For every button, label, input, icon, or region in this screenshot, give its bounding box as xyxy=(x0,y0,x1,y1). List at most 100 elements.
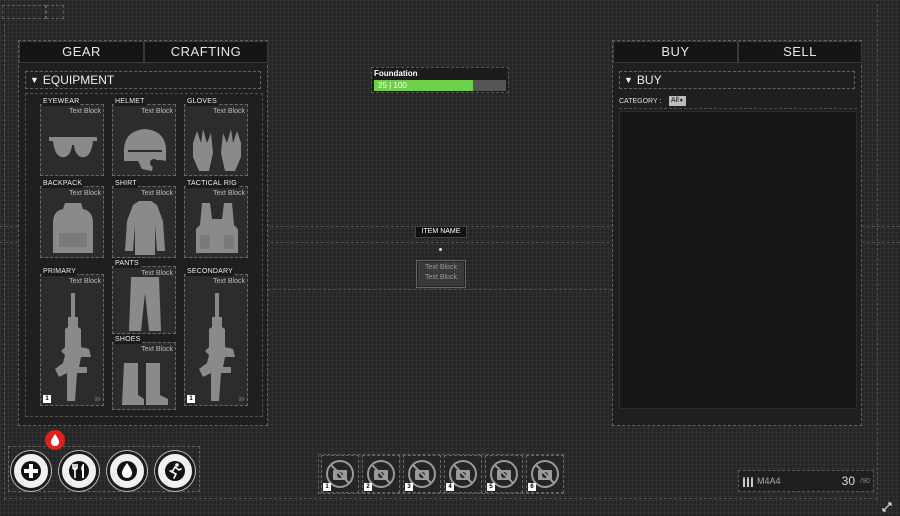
guide-line xyxy=(4,498,877,499)
category-dropdown[interactable]: All▼ xyxy=(669,96,686,106)
crosshair-dot xyxy=(439,248,442,251)
slot-label: EYEWEAR xyxy=(42,97,81,106)
hotbar-slot-number: 6 xyxy=(528,483,536,491)
slot-label: SHIRT xyxy=(114,179,138,188)
guide-line xyxy=(268,289,612,290)
equipment-section-header[interactable]: ▼ EQUIPMENT xyxy=(25,71,261,89)
hotbar-slot-number: 4 xyxy=(446,483,454,491)
hotbar-slot-number: 5 xyxy=(487,483,495,491)
boots-icon xyxy=(122,363,168,405)
slot-text-block: Text Block xyxy=(69,190,101,197)
stat-water xyxy=(107,451,147,491)
slot-ammo-count: 99 xyxy=(238,397,244,403)
slot-number-badge: 1 xyxy=(187,395,195,403)
equipment-grid: EYEWEAR Text Block HELMET Text Block GLO… xyxy=(25,93,263,417)
helmet-icon xyxy=(123,129,167,171)
foundation-title: Foundation xyxy=(374,69,418,78)
prompt-text-block: Text Block xyxy=(425,274,457,281)
rifle-icon xyxy=(55,293,91,401)
health-plus-icon xyxy=(21,461,41,481)
hotbar-slot[interactable]: 1 xyxy=(321,455,359,493)
slot-text-block: Text Block xyxy=(141,108,173,115)
stat-food xyxy=(59,451,99,491)
hotbar-slot[interactable]: 2 xyxy=(362,455,400,493)
slot-label: HELMET xyxy=(114,97,146,106)
slot-text-block: Text Block xyxy=(141,346,173,353)
collapse-triangle-icon: ▼ xyxy=(30,75,39,85)
hotbar-slot[interactable]: 3 xyxy=(403,455,441,493)
foundation-value: 25 | 100 xyxy=(378,81,407,90)
tab-buy[interactable]: BUY xyxy=(613,41,738,63)
dropdown-arrow-icon: ▼ xyxy=(678,98,684,104)
slot-text-block: Text Block xyxy=(213,278,245,285)
bleeding-alert xyxy=(45,430,65,450)
slot-secondary-weapon[interactable]: SECONDARY Text Block 1 99 xyxy=(184,267,248,406)
tactical-rig-icon xyxy=(196,203,238,253)
category-label: CATEGORY : xyxy=(619,98,662,105)
slot-text-block: Text Block xyxy=(69,278,101,285)
slot-shoes[interactable]: SHOES Text Block xyxy=(112,335,176,410)
category-selected-value: All xyxy=(671,97,679,104)
shop-panel: BUY SELL ▼ BUY CATEGORY : All▼ xyxy=(612,40,862,426)
slot-text-block: Text Block xyxy=(69,108,101,115)
ammo-reserve: /90 xyxy=(860,478,870,485)
tab-gear[interactable]: GEAR xyxy=(19,41,144,63)
equipment-title: EQUIPMENT xyxy=(42,73,115,87)
shirt-icon xyxy=(125,201,165,255)
slot-backpack[interactable]: BACKPACK Text Block xyxy=(40,179,104,258)
water-drop-icon xyxy=(117,461,137,481)
slot-text-block: Text Block xyxy=(213,108,245,115)
slot-gloves[interactable]: GLOVES Text Block xyxy=(184,97,248,176)
slot-label: PRIMARY xyxy=(42,267,78,276)
slot-helmet[interactable]: HELMET Text Block xyxy=(112,97,176,176)
tab-sell[interactable]: SELL xyxy=(738,41,862,63)
foundation-progress-bar: 25 | 100 xyxy=(374,80,506,91)
hotbar-slot-number: 2 xyxy=(364,483,372,491)
slot-number-badge: 1 xyxy=(43,395,51,403)
hotbar: 1 2 3 4 5 6 xyxy=(318,454,564,494)
backpack-icon xyxy=(53,203,93,253)
slot-pants[interactable]: PANTS Text Block xyxy=(112,259,176,334)
buy-item-list[interactable] xyxy=(619,111,857,409)
tab-crafting[interactable]: CRAFTING xyxy=(144,41,268,63)
stat-stamina xyxy=(155,451,195,491)
weapon-name: M4A4 xyxy=(757,476,781,486)
gear-panel: GEAR CRAFTING ▼ EQUIPMENT EYEWEAR Text Bl… xyxy=(18,40,268,426)
slot-label: SHOES xyxy=(114,335,142,344)
corner-widget xyxy=(2,5,46,19)
slot-primary-weapon[interactable]: PRIMARY Text Block 1 99 xyxy=(40,267,104,406)
slot-label: GLOVES xyxy=(186,97,218,106)
hotbar-slot[interactable]: 5 xyxy=(485,455,523,493)
gloves-icon xyxy=(193,129,241,171)
hotbar-slot-number: 1 xyxy=(323,483,331,491)
guide-line xyxy=(877,4,878,500)
slot-text-block: Text Block xyxy=(213,190,245,197)
bullets-icon xyxy=(743,477,753,487)
resize-handle-icon[interactable] xyxy=(882,502,892,512)
slot-tactical-rig[interactable]: TACTICAL RIG Text Block xyxy=(184,179,248,258)
pants-icon xyxy=(129,277,161,331)
slot-shirt[interactable]: SHIRT Text Block xyxy=(112,179,176,258)
buy-section-header[interactable]: ▼ BUY xyxy=(619,71,855,89)
status-bar xyxy=(8,446,200,492)
slot-text-block: Text Block xyxy=(141,190,173,197)
guide-line xyxy=(4,24,5,500)
hotbar-slot-number: 3 xyxy=(405,483,413,491)
sunglasses-icon xyxy=(49,137,97,158)
stat-health xyxy=(11,451,51,491)
hotbar-slot[interactable]: 4 xyxy=(444,455,482,493)
stamina-running-icon xyxy=(165,461,185,481)
slot-eyewear[interactable]: EYEWEAR Text Block xyxy=(40,97,104,176)
hotbar-slot[interactable]: 6 xyxy=(526,455,564,493)
slot-label: TACTICAL RIG xyxy=(186,179,238,188)
slot-ammo-count: 99 xyxy=(94,397,100,403)
ammo-count: 30 xyxy=(841,474,855,488)
item-name-label: ITEM NAME xyxy=(415,226,467,238)
interaction-prompt: Text Block Text Block xyxy=(417,261,465,287)
buy-title: BUY xyxy=(636,73,662,87)
slot-label: BACKPACK xyxy=(42,179,84,188)
rifle-icon xyxy=(199,293,235,401)
slot-label: PANTS xyxy=(114,259,140,268)
slot-label: SECONDARY xyxy=(186,267,235,276)
blood-drop-icon xyxy=(50,434,60,446)
